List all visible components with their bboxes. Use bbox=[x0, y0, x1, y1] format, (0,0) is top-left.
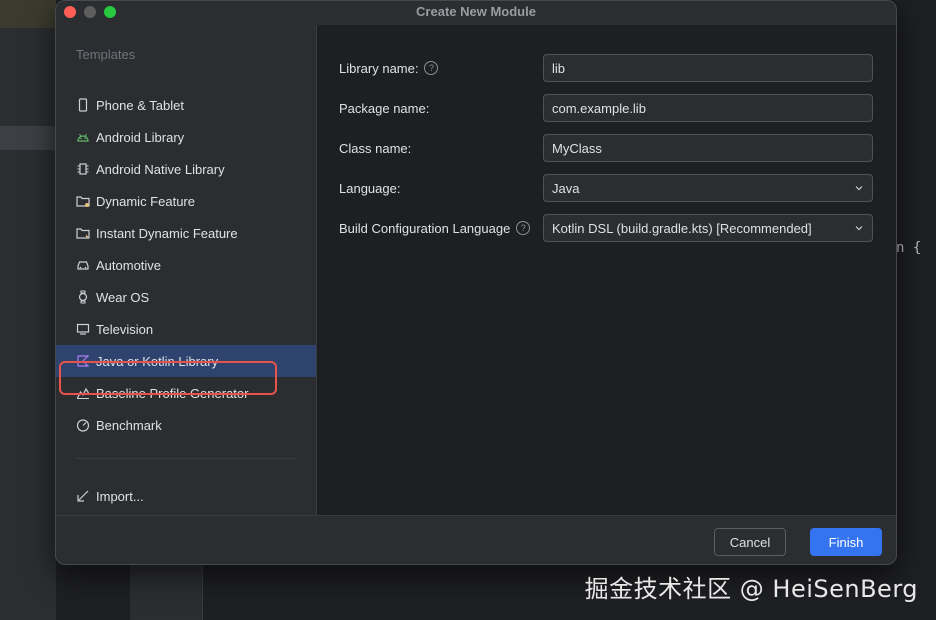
watermark: 掘金技术社区 @ HeiSenBerg bbox=[584, 575, 918, 603]
folder-bolt-icon bbox=[76, 226, 90, 240]
create-module-dialog: Create New Module Templates Phone & Tabl… bbox=[55, 0, 897, 565]
ide-background-selection bbox=[0, 126, 56, 150]
gauge-icon bbox=[76, 418, 90, 432]
template-label: Phone & Tablet bbox=[96, 97, 184, 113]
help-icon[interactable]: ? bbox=[424, 61, 439, 75]
build-config-label-text: Build Configuration Language bbox=[339, 220, 511, 236]
template-label: Dynamic Feature bbox=[96, 193, 195, 209]
watch-icon bbox=[76, 290, 90, 304]
language-row: Language: Java bbox=[339, 174, 875, 202]
ide-background-gutter bbox=[130, 565, 203, 620]
package-name-label: Package name: bbox=[339, 101, 543, 116]
library-name-label: Library name: ? bbox=[339, 61, 543, 76]
template-label: Benchmark bbox=[96, 417, 162, 433]
package-name-input[interactable] bbox=[543, 94, 873, 122]
kotlin-icon bbox=[76, 354, 90, 368]
template-label: Television bbox=[96, 321, 154, 337]
template-android-library[interactable]: Android Library bbox=[56, 121, 316, 153]
template-label: Android Native Library bbox=[96, 161, 225, 177]
language-dropdown[interactable]: Java bbox=[543, 174, 873, 202]
class-name-row: Class name: bbox=[339, 134, 875, 162]
template-dynamic-feature[interactable]: Dynamic Feature bbox=[56, 185, 316, 217]
template-phone-tablet[interactable]: Phone & Tablet bbox=[56, 89, 316, 121]
dialog-title: Create New Module bbox=[416, 4, 536, 19]
language-label: Language: bbox=[339, 181, 543, 196]
ide-background-sidebar bbox=[0, 0, 56, 620]
native-lib-icon bbox=[76, 162, 90, 176]
dialog-titlebar: Create New Module bbox=[56, 1, 896, 25]
template-label: Android Library bbox=[96, 129, 185, 145]
help-icon[interactable]: ? bbox=[516, 221, 531, 235]
template-label: Instant Dynamic Feature bbox=[96, 225, 238, 241]
library-name-label-text: Library name: bbox=[339, 60, 419, 76]
templates-sidebar: Templates Phone & Tablet Android Library… bbox=[56, 25, 316, 515]
ide-background-code: n { bbox=[896, 240, 922, 256]
template-wear-os[interactable]: Wear OS bbox=[56, 281, 316, 313]
package-name-label-text: Package name: bbox=[339, 100, 430, 116]
build-config-value: Kotlin DSL (build.gradle.kts) [Recommend… bbox=[552, 220, 812, 236]
template-label: Wear OS bbox=[96, 289, 150, 305]
import-label: Import... bbox=[96, 488, 144, 504]
car-icon bbox=[76, 258, 90, 272]
build-config-dropdown[interactable]: Kotlin DSL (build.gradle.kts) [Recommend… bbox=[543, 214, 873, 242]
cancel-button[interactable]: Cancel bbox=[714, 528, 786, 556]
class-name-label: Class name: bbox=[339, 141, 543, 156]
template-benchmark[interactable]: Benchmark bbox=[56, 409, 316, 441]
template-automotive[interactable]: Automotive bbox=[56, 249, 316, 281]
dialog-footer: Cancel Finish bbox=[56, 515, 896, 564]
chevron-down-icon bbox=[855, 186, 863, 191]
import-arrow-icon bbox=[76, 489, 90, 503]
chevron-down-icon bbox=[855, 226, 863, 231]
templates-heading: Templates bbox=[76, 47, 136, 62]
android-icon bbox=[76, 130, 90, 144]
template-label: Baseline Profile Generator bbox=[96, 385, 249, 401]
package-name-row: Package name: bbox=[339, 94, 875, 122]
build-config-label: Build Configuration Language ? bbox=[339, 221, 543, 236]
library-name-input[interactable] bbox=[543, 54, 873, 82]
templates-list: Phone & Tablet Android Library Android N… bbox=[56, 89, 316, 441]
template-label: Java or Kotlin Library bbox=[96, 353, 219, 369]
chart-icon bbox=[76, 386, 90, 400]
import-link[interactable]: Import... bbox=[76, 485, 144, 507]
module-settings-panel: Library name: ? Package name: Class name… bbox=[316, 25, 896, 515]
folder-icon bbox=[76, 194, 90, 208]
phone-icon bbox=[76, 98, 90, 112]
tv-icon bbox=[76, 322, 90, 336]
finish-button[interactable]: Finish bbox=[810, 528, 882, 556]
template-android-native-library[interactable]: Android Native Library bbox=[56, 153, 316, 185]
build-config-row: Build Configuration Language ? Kotlin DS… bbox=[339, 214, 875, 242]
template-java-kotlin-library[interactable]: Java or Kotlin Library bbox=[56, 345, 316, 377]
ide-background-highlight bbox=[0, 0, 56, 28]
library-name-row: Library name: ? bbox=[339, 54, 875, 82]
template-instant-dynamic-feature[interactable]: Instant Dynamic Feature bbox=[56, 217, 316, 249]
class-name-label-text: Class name: bbox=[339, 140, 412, 156]
language-value: Java bbox=[552, 180, 580, 196]
template-label: Automotive bbox=[96, 257, 162, 273]
class-name-input[interactable] bbox=[543, 134, 873, 162]
language-label-text: Language: bbox=[339, 180, 401, 196]
template-baseline-profile-generator[interactable]: Baseline Profile Generator bbox=[56, 377, 316, 409]
template-television[interactable]: Television bbox=[56, 313, 316, 345]
sidebar-divider bbox=[76, 458, 296, 459]
